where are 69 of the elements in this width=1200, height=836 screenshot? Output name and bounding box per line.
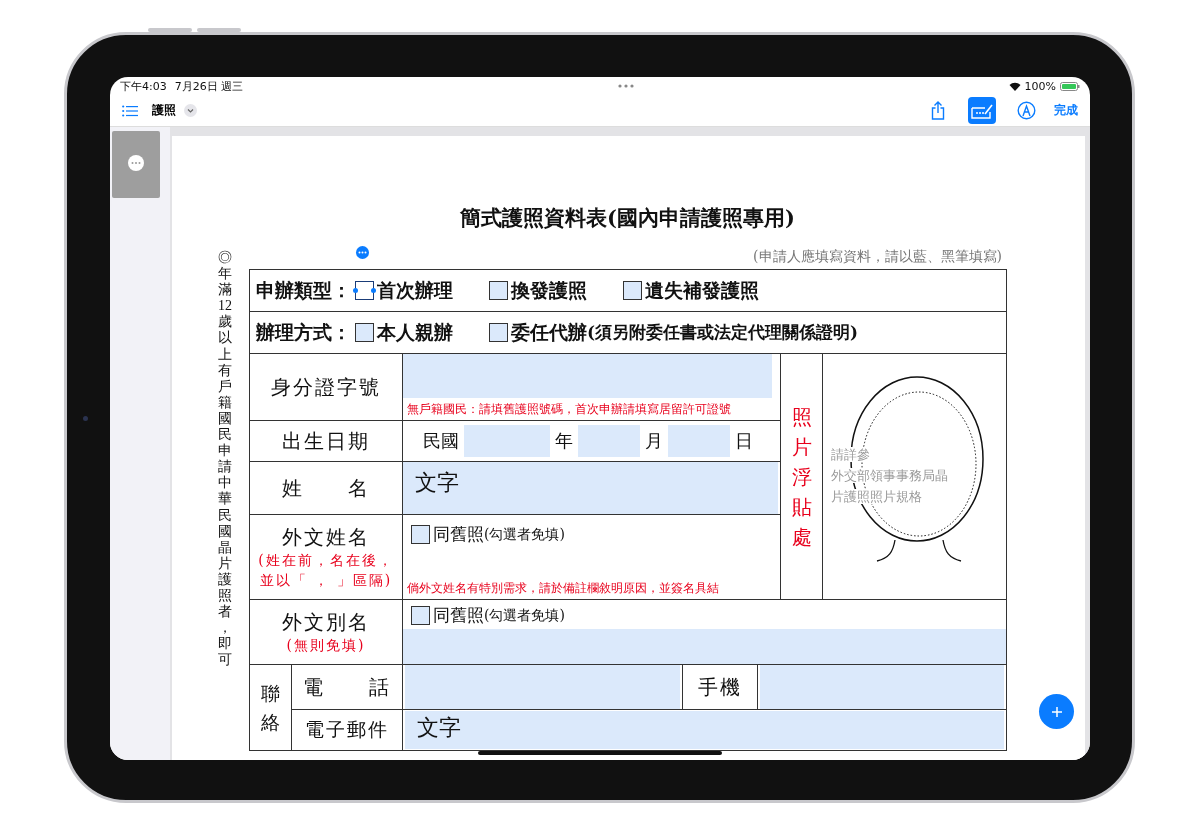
checkbox[interactable] [355,281,374,300]
field-sublabel: (無則免填) [285,635,367,655]
field-label: 電 話 [303,674,391,699]
field-label: 外文別名 [282,609,370,634]
checkbox-label: 首次辦理 [377,277,453,303]
input-field[interactable] [668,425,730,457]
checkbox[interactable] [411,525,430,544]
checkbox-label: 委任代辦 [511,319,587,345]
checkbox-label: 遺失補發護照 [645,277,759,303]
page-thumbnail[interactable] [112,131,160,198]
toolbar-button[interactable] [968,97,996,124]
battery-percent: 100% [1024,79,1056,93]
field-label: 出生日期 [282,428,370,453]
status-date: 7月26日 週三 [174,78,244,94]
checkbox-label: 同舊照 [433,604,484,627]
side-note: ◎年滿12歲以上有戶籍國民申請中華民國晶片護照者，即可 [216,250,233,669]
input-field[interactable] [760,665,1005,709]
checkbox-note: (須另附委任書或法定代理關係證明) [587,321,859,344]
selection-bubble[interactable] [356,245,369,259]
field-sublabel: (姓在前，名在後， 並以「 ， 」區隔) [257,550,395,590]
share-icon[interactable] [931,101,945,120]
checkbox[interactable] [489,323,508,342]
field-label: 外文姓名 [282,524,370,549]
form-fill-icon[interactable] [971,102,993,119]
document-title: 護照 [152,102,176,119]
input-field[interactable] [403,629,1007,664]
field-label: 日 [735,429,753,453]
form-title: 簡式護照資料表(國內申請護照專用) [459,204,795,232]
field-label: 手機 [698,674,742,699]
input-field[interactable]: 文字 [403,462,778,514]
input-field[interactable] [403,354,772,398]
more-icon[interactable] [128,155,144,171]
camera-icon [83,416,88,421]
row-label: 申辦類型： [256,277,351,303]
checkbox[interactable] [355,323,374,342]
form-note: (申請人應填寫資料，請以藍、黑筆填寫) [753,248,1002,266]
photo-note: 請詳參 外交部領事事務局晶 片護照照片規格 [830,446,949,506]
status-time: 下午4:03 [120,78,167,94]
plus-icon [1051,706,1062,717]
field-label: 年 [555,429,573,453]
input-field[interactable] [464,425,550,457]
checkbox[interactable] [411,606,430,625]
photo-label: 照片浮貼處 [791,403,812,551]
multitask-icon[interactable] [617,84,634,88]
field-label: 身分證字號 [271,374,381,399]
battery-icon [1060,81,1080,91]
field-label: 電子郵件 [305,718,389,740]
checkbox-note: (勾選者免填) [484,525,565,544]
field-label: 月 [645,429,663,453]
field-hint: 倘外文姓名有特別需求，請於備註欄敘明原因，並簽名具結 [406,580,720,597]
input-field[interactable] [405,665,680,709]
checkbox[interactable] [623,281,642,300]
input-field[interactable] [578,425,640,457]
list-icon[interactable] [122,104,138,117]
row-label: 辦理方式： [256,319,351,345]
checkbox-label: 本人親辦 [377,319,453,345]
input-field[interactable]: 文字 [405,711,1005,749]
field-label: 民國 [423,429,459,453]
checkbox[interactable] [489,281,508,300]
field-label: 聯絡 [261,681,280,735]
wifi-icon [1008,81,1021,91]
checkbox-label: 換發護照 [511,277,587,303]
checkbox-note: (勾選者免填) [484,606,565,625]
chevron-down-icon[interactable] [184,104,197,117]
done-button[interactable]: 完成 [1054,102,1078,119]
field-hint: 無戶籍國民：請填舊護照號碼，首次申辦請填寫居留許可證號 [406,401,732,418]
more-icon [358,250,367,254]
checkbox-label: 同舊照 [433,523,484,546]
field-label: 姓 名 [282,475,370,500]
